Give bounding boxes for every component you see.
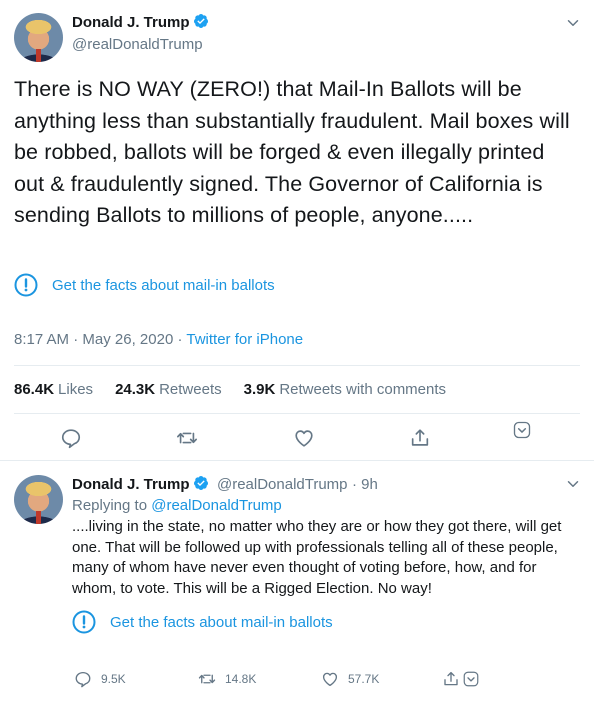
verified-icon [193,476,208,490]
share-icon[interactable] [442,670,460,688]
replying-to: Replying to @realDonaldTrump [72,497,282,514]
tweet-time[interactable]: 8:17 AM [14,331,69,348]
tweet-source[interactable]: Twitter for iPhone [186,331,303,348]
timestamp-row: 8:17 AM · May 26, 2020 · Twitter for iPh… [14,331,303,348]
share-icon[interactable] [409,427,431,449]
retweets-stat[interactable]: 24.3K Retweets [115,381,222,398]
tweet-text: ....living in the state, no matter who t… [72,518,562,597]
separator: · [73,331,79,348]
main-tweet: Donald J. Trump @realDonaldTrump There i… [0,0,594,460]
reply-action[interactable]: 9.5K [74,670,126,688]
chevron-down-icon[interactable] [564,14,582,32]
retweet-action[interactable]: 14.8K [198,670,256,688]
divider [14,413,580,414]
retweet-icon [198,674,216,684]
verified-icon [193,14,208,28]
author-row: Donald J. Trump @realDonaldTrump · 9h [72,475,378,494]
separator: · [177,331,183,348]
retweet-count: 14.8K [225,672,257,686]
chevron-down-box-icon[interactable] [512,420,532,440]
tweet-date[interactable]: May 26, 2020 [82,331,173,348]
facts-notice[interactable]: Get the facts about mail-in ballots [72,610,333,634]
like-action[interactable]: 57.7K [321,670,379,688]
author-handle[interactable]: @realDonaldTrump [72,36,203,53]
reply-count: 9.5K [101,672,126,686]
chevron-down-box-icon[interactable] [462,670,480,688]
stats-row: 86.4K Likes 24.3K Retweets 3.9K Retweets wi… [14,381,446,398]
author-row: Donald J. Trump [72,13,209,32]
chevron-down-icon[interactable] [564,475,582,493]
avatar[interactable] [14,13,63,62]
reply-icon[interactable] [60,427,82,449]
replying-to-label: Replying to [72,497,148,514]
facts-link[interactable]: Get the facts about mail-in ballots [52,277,275,294]
exclamation-circle-icon [72,610,96,634]
tweet-age[interactable]: · 9h [352,476,378,493]
replying-to-handle[interactable]: @realDonaldTrump [151,497,282,514]
comments-stat[interactable]: 3.9K Retweets with comments [244,381,446,398]
facts-link[interactable]: Get the facts about mail-in ballots [110,614,333,631]
divider [14,365,580,366]
heart-icon [322,672,338,687]
heart-icon[interactable] [293,427,315,449]
likes-stat[interactable]: 86.4K Likes [14,381,93,398]
reply-icon [75,671,91,688]
exclamation-circle-icon [14,273,38,297]
facts-notice[interactable]: Get the facts about mail-in ballots [14,273,275,297]
like-count: 57.7K [348,672,380,686]
author-handle[interactable]: @realDonaldTrump [217,476,348,493]
retweet-icon[interactable] [176,427,198,449]
author-name[interactable]: Donald J. Trump [72,476,190,493]
tweet-text: There is NO WAY (ZERO!) that Mail-In Bal… [14,77,570,227]
reply-tweet[interactable]: Donald J. Trump @realDonaldTrump · 9h Re… [0,460,594,702]
avatar[interactable] [14,475,63,524]
author-name[interactable]: Donald J. Trump [72,14,190,31]
